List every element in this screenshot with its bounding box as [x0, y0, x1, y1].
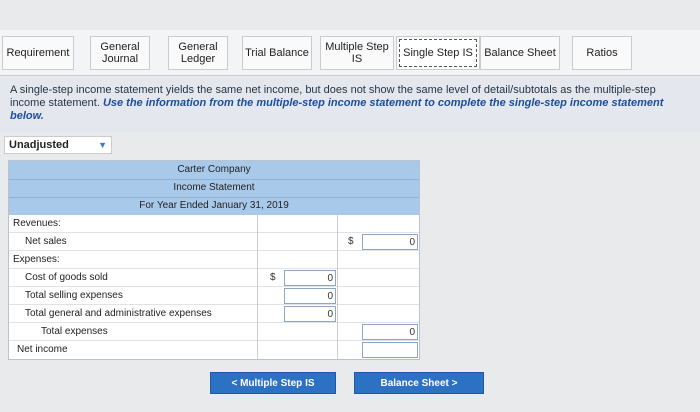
row-cogs: Cost of goods sold $ 0: [9, 269, 419, 287]
chevron-down-icon: ▼: [98, 140, 107, 150]
tab-multiple-step-is[interactable]: Multiple Step IS: [320, 36, 394, 70]
instruction-text: A single-step income statement yields th…: [0, 78, 700, 132]
row-label: Revenues:: [13, 218, 61, 229]
tab-bar: Requirement General Journal General Ledg…: [0, 30, 700, 76]
row-label: Net income: [17, 344, 68, 355]
tab-balance-sheet[interactable]: Balance Sheet: [480, 36, 560, 70]
tab-ratios[interactable]: Ratios: [572, 36, 632, 70]
row-label: Total selling expenses: [25, 290, 123, 301]
tab-label: Balance Sheet: [484, 47, 556, 59]
statement-period: For Year Ended January 31, 2019: [139, 200, 289, 211]
row-label: Total expenses: [41, 326, 108, 337]
row-net-income: Net income: [9, 341, 419, 359]
tab-label: Requirement: [6, 47, 70, 59]
currency-symbol: $: [348, 236, 354, 247]
row-total-expenses: Total expenses 0: [9, 323, 419, 341]
statement-title: Income Statement: [173, 182, 255, 193]
tab-label: General Ledger: [178, 41, 218, 65]
row-label: Total general and administrative expense…: [25, 308, 212, 319]
net-sales-input[interactable]: 0: [362, 234, 418, 250]
total-expenses-input[interactable]: 0: [362, 324, 418, 340]
tab-general-ledger[interactable]: General Ledger: [168, 36, 228, 70]
tab-label: Single Step IS: [403, 47, 473, 59]
tab-label: Ratios: [586, 47, 618, 59]
cogs-input[interactable]: 0: [284, 270, 336, 286]
row-label: Net sales: [25, 236, 67, 247]
next-balance-sheet-button[interactable]: Balance Sheet >: [354, 372, 484, 394]
currency-symbol: $: [270, 272, 276, 283]
tab-label: Multiple Step IS: [325, 41, 389, 65]
tab-label: General Journal: [100, 41, 140, 65]
selling-expenses-input[interactable]: 0: [284, 288, 336, 304]
company-name: Carter Company: [177, 164, 251, 175]
select-value: Unadjusted: [9, 139, 69, 151]
row-label: Expenses:: [13, 254, 60, 265]
tab-general-journal[interactable]: General Journal: [90, 36, 150, 70]
statement-type-select[interactable]: Unadjusted ▼: [4, 136, 112, 154]
row-net-sales: Net sales $ 0: [9, 233, 419, 251]
tab-trial-balance[interactable]: Trial Balance: [242, 36, 312, 70]
statement-header: Carter Company Income Statement For Year…: [9, 161, 419, 215]
row-expenses: Expenses:: [9, 251, 419, 269]
income-statement: Carter Company Income Statement For Year…: [8, 160, 420, 360]
net-income-input[interactable]: [362, 342, 418, 358]
prev-multiple-step-is-button[interactable]: < Multiple Step IS: [210, 372, 336, 394]
row-gen-admin-expenses: Total general and administrative expense…: [9, 305, 419, 323]
row-selling-expenses: Total selling expenses 0: [9, 287, 419, 305]
row-label: Cost of goods sold: [25, 272, 108, 283]
tab-label: Trial Balance: [245, 47, 309, 59]
instruction-emphasis: Use the information from the multiple-st…: [10, 97, 664, 122]
gen-admin-expenses-input[interactable]: 0: [284, 306, 336, 322]
tab-requirement[interactable]: Requirement: [2, 36, 74, 70]
row-revenues: Revenues:: [9, 215, 419, 233]
prev-button-label: < Multiple Step IS: [231, 377, 315, 389]
next-button-label: Balance Sheet >: [380, 377, 458, 389]
tab-single-step-is[interactable]: Single Step IS: [396, 36, 480, 70]
